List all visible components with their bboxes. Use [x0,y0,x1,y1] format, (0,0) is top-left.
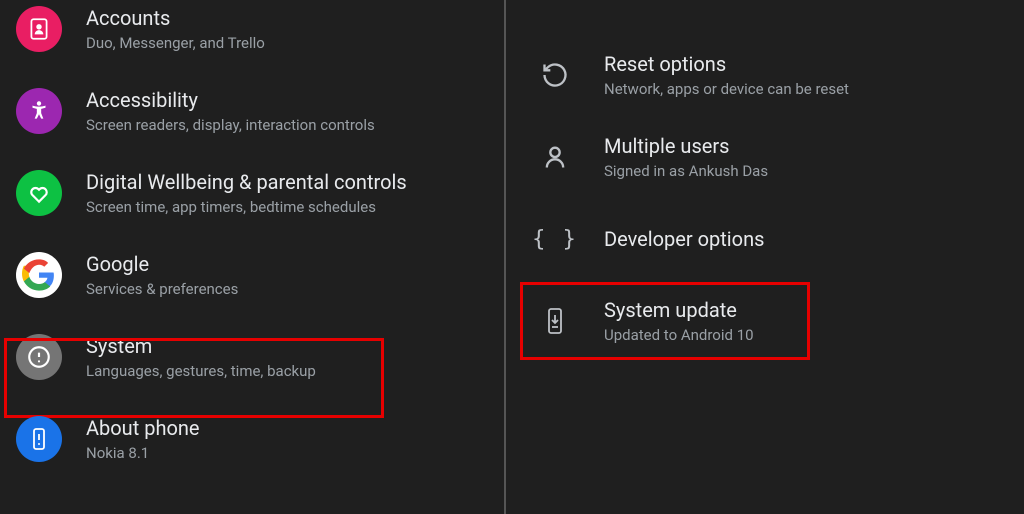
system-update-icon [532,298,578,344]
item-subtitle: Nokia 8.1 [86,444,200,462]
text-block: Developer options [604,227,764,251]
item-subtitle: Duo, Messenger, and Trello [86,34,265,52]
settings-panel-right: Reset options Network, apps or device ca… [506,0,1024,514]
text-block: Google Services & preferences [86,252,238,298]
text-block: Accounts Duo, Messenger, and Trello [86,6,265,52]
item-title: About phone [86,416,200,440]
reset-icon [532,52,578,98]
item-title: Reset options [604,52,849,76]
item-subtitle: Network, apps or device can be reset [604,80,849,98]
accessibility-icon [16,88,62,134]
settings-item-digital-wellbeing[interactable]: Digital Wellbeing & parental controls Sc… [0,152,504,234]
item-subtitle: Updated to Android 10 [604,326,754,344]
text-block: About phone Nokia 8.1 [86,416,200,462]
text-block: Digital Wellbeing & parental controls Sc… [86,170,407,216]
settings-item-accessibility[interactable]: Accessibility Screen readers, display, i… [0,70,504,152]
item-title: Google [86,252,238,276]
item-subtitle: Screen time, app timers, bedtime schedul… [86,198,407,216]
settings-item-accounts[interactable]: Accounts Duo, Messenger, and Trello [0,0,504,70]
item-title: Accounts [86,6,265,30]
text-block: System update Updated to Android 10 [604,298,754,344]
settings-item-system[interactable]: System Languages, gestures, time, backup [0,316,504,398]
item-title: System update [604,298,754,322]
text-block: System Languages, gestures, time, backup [86,334,316,380]
settings-panel-left: Accounts Duo, Messenger, and Trello Acce… [0,0,506,514]
developer-icon: { } [532,216,578,262]
item-subtitle: Languages, gestures, time, backup [86,362,316,380]
wellbeing-icon [16,170,62,216]
item-subtitle: Signed in as Ankush Das [604,162,768,180]
item-subtitle: Services & preferences [86,280,238,298]
item-title: Multiple users [604,134,768,158]
settings-item-about-phone[interactable]: About phone Nokia 8.1 [0,398,504,480]
settings-item-developer-options[interactable]: { } Developer options [506,198,1024,280]
accounts-icon [16,6,62,52]
text-block: Multiple users Signed in as Ankush Das [604,134,768,180]
users-icon [532,134,578,180]
system-icon [16,334,62,380]
item-title: Accessibility [86,88,375,112]
item-title: Developer options [604,227,764,251]
settings-item-system-update[interactable]: System update Updated to Android 10 [506,280,1024,362]
google-icon [16,252,62,298]
settings-item-google[interactable]: Google Services & preferences [0,234,504,316]
item-title: System [86,334,316,358]
text-block: Reset options Network, apps or device ca… [604,52,849,98]
settings-item-multiple-users[interactable]: Multiple users Signed in as Ankush Das [506,116,1024,198]
about-phone-icon [16,416,62,462]
item-title: Digital Wellbeing & parental controls [86,170,407,194]
item-subtitle: Screen readers, display, interaction con… [86,116,375,134]
text-block: Accessibility Screen readers, display, i… [86,88,375,134]
settings-item-reset-options[interactable]: Reset options Network, apps or device ca… [506,34,1024,116]
